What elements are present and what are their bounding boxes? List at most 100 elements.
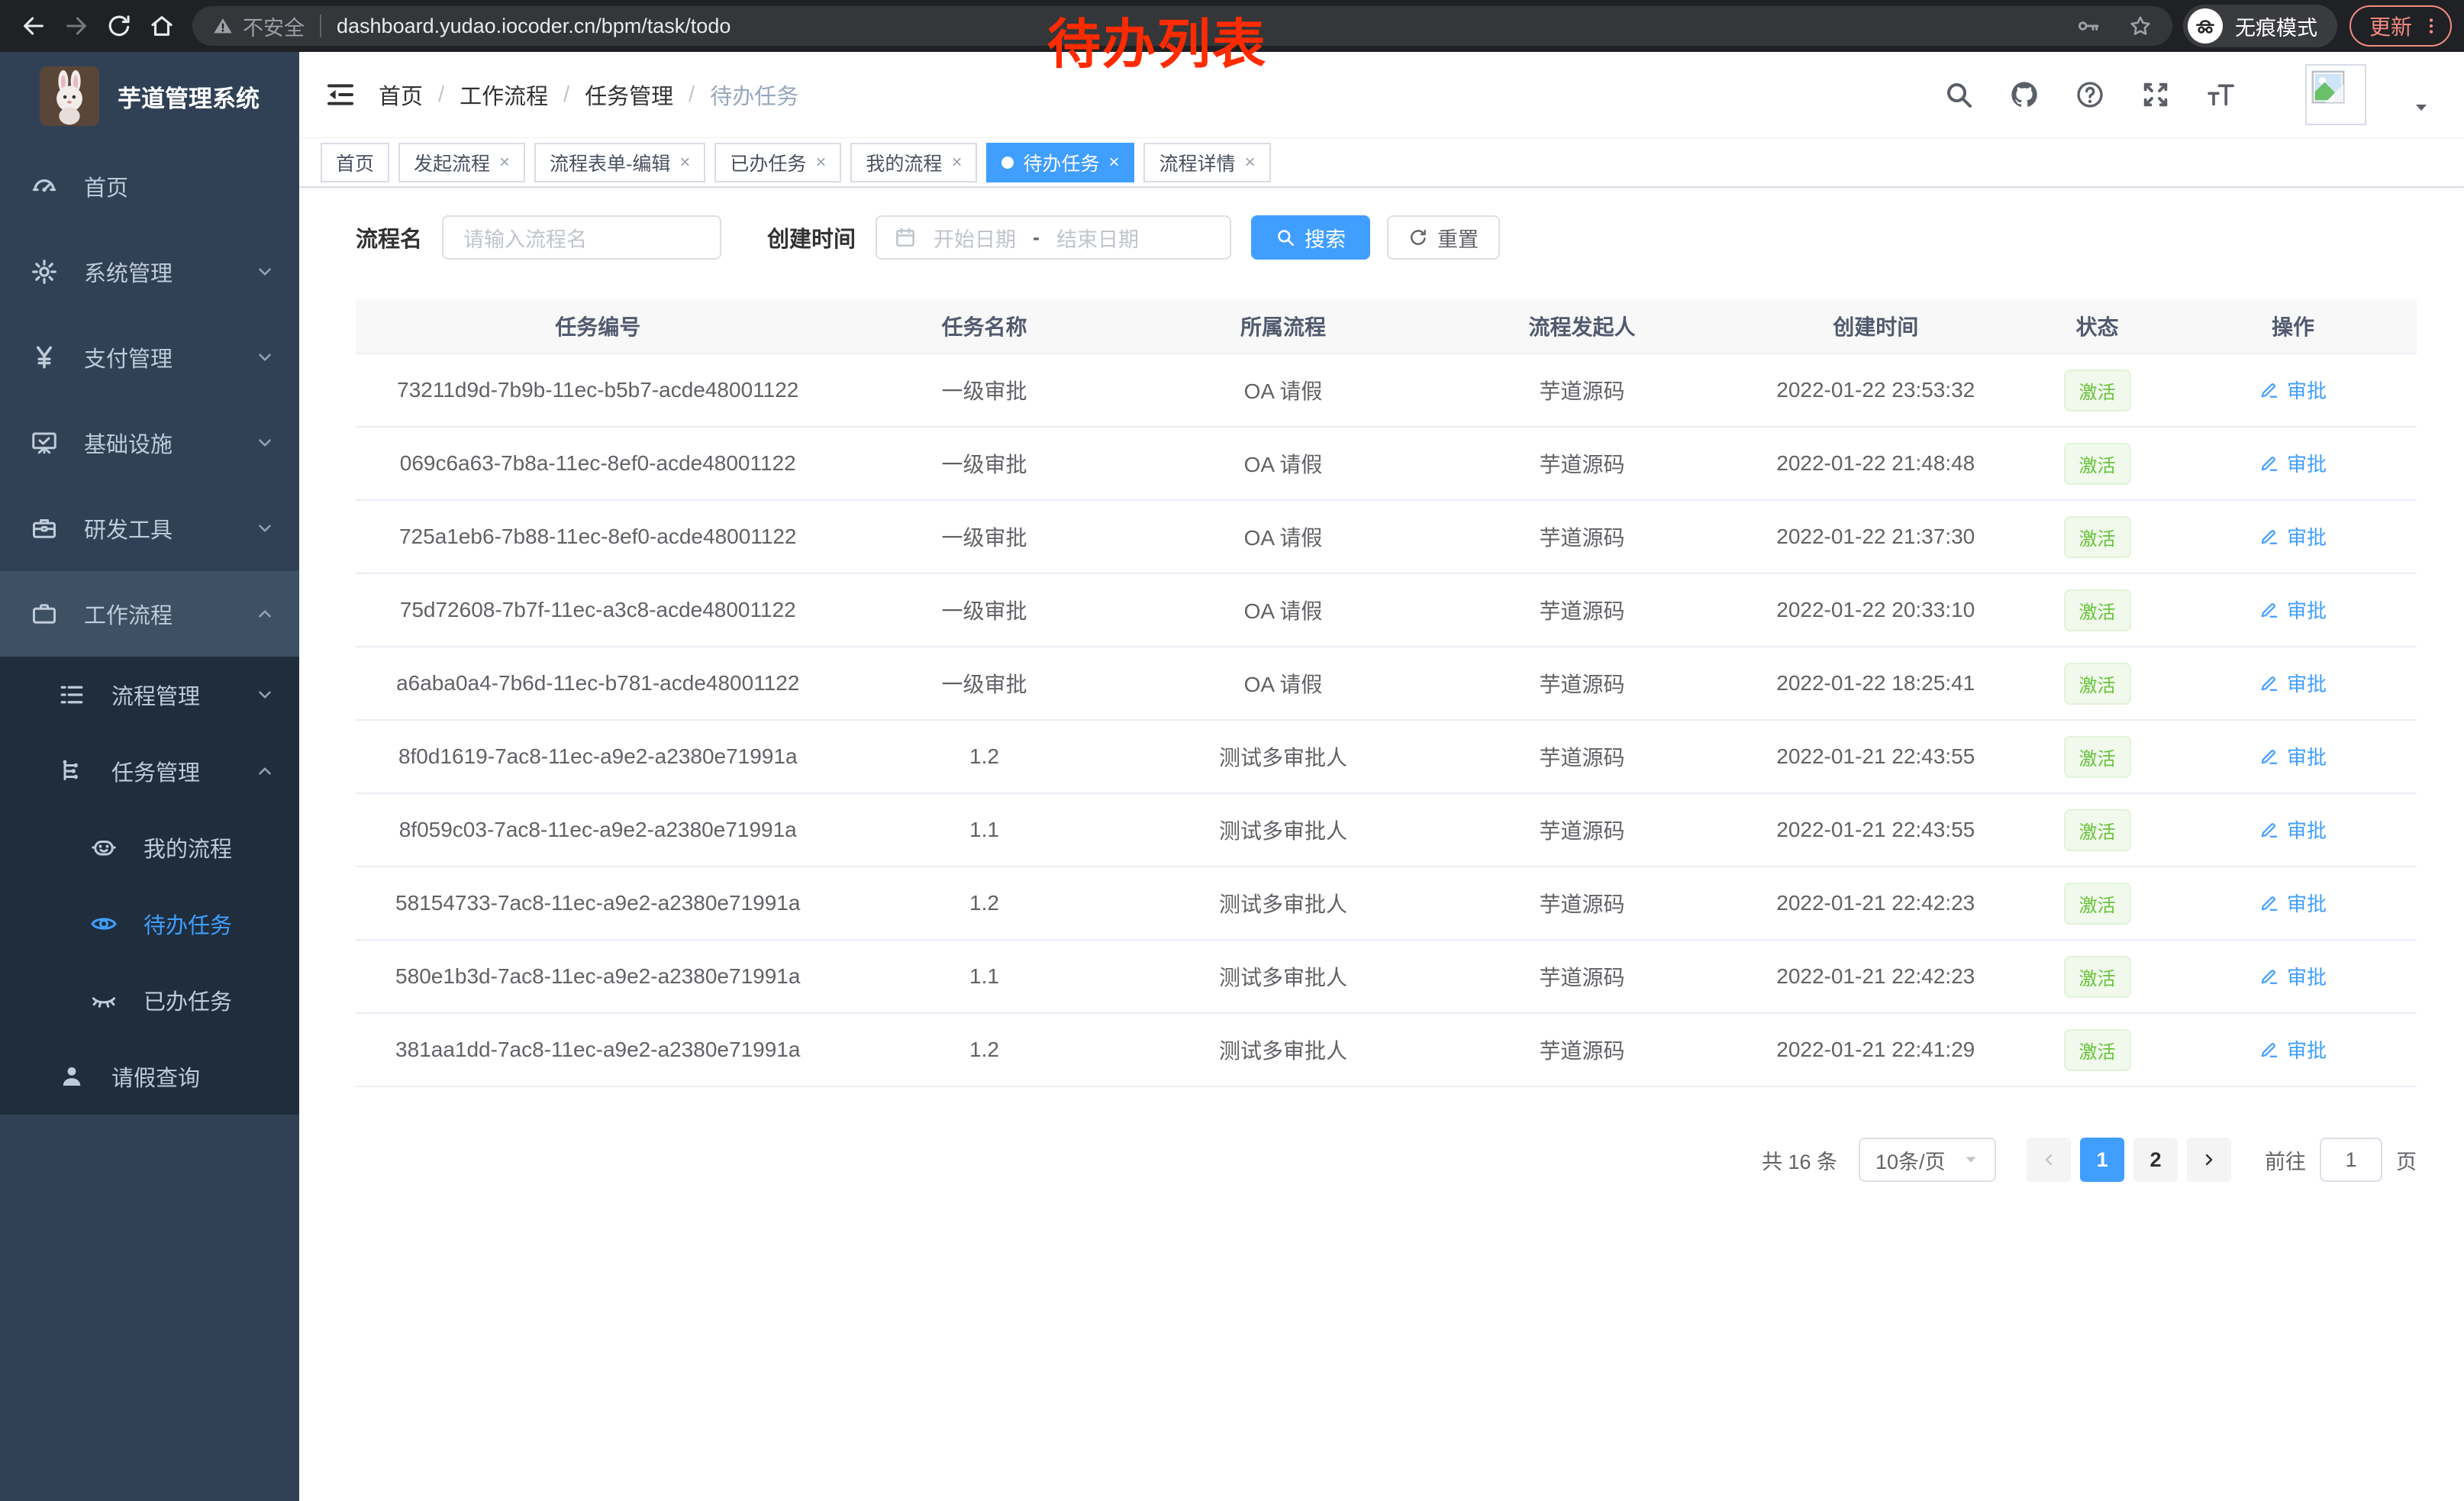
approve-button[interactable]: 审批 bbox=[2259, 376, 2327, 404]
sidebar-item-label: 研发工具 bbox=[84, 512, 173, 544]
avatar-caret-down-icon[interactable] bbox=[2412, 98, 2430, 117]
forward-icon[interactable] bbox=[55, 8, 98, 44]
rabbit-logo-image bbox=[40, 66, 99, 126]
tab-close-icon[interactable]: × bbox=[815, 152, 826, 173]
approve-button[interactable]: 审批 bbox=[2259, 1035, 2327, 1064]
approve-button[interactable]: 审批 bbox=[2259, 449, 2327, 477]
sidebar-item[interactable]: 流程管理 bbox=[0, 657, 299, 733]
bookmark-star-icon[interactable] bbox=[2128, 14, 2153, 38]
sidebar-item[interactable]: 支付管理 bbox=[0, 315, 299, 400]
approve-button[interactable]: 审批 bbox=[2259, 522, 2327, 550]
breadcrumb-item[interactable]: 工作流程 / bbox=[460, 79, 585, 111]
create-time-cell: 2022-01-22 20:33:10 bbox=[1727, 598, 2026, 622]
reset-button[interactable]: 重置 bbox=[1387, 215, 1500, 260]
url-text[interactable]: dashboard.yudao.iocoder.cn/bpm/task/todo bbox=[337, 15, 730, 38]
sidebar-fold-icon[interactable] bbox=[322, 76, 359, 113]
process-name-input[interactable]: 请输入流程名 bbox=[442, 215, 721, 260]
search-button[interactable]: 搜索 bbox=[1251, 215, 1370, 260]
create-time-cell: 2022-01-21 22:43:55 bbox=[1727, 744, 2026, 769]
tab[interactable]: 发起流程 × bbox=[398, 143, 525, 182]
end-date-placeholder: 结束日期 bbox=[1056, 223, 1139, 253]
sidebar-item[interactable]: 工作流程 bbox=[0, 571, 299, 657]
status-badge: 激活 bbox=[2064, 663, 2131, 705]
help-icon[interactable] bbox=[2075, 79, 2105, 110]
create-time-label: 创建时间 bbox=[767, 221, 856, 253]
github-icon[interactable] bbox=[2009, 79, 2040, 110]
address-bar[interactable]: 不安全 dashboard.yudao.iocoder.cn/bpm/task/… bbox=[192, 6, 2172, 46]
starter-cell: 芋道源码 bbox=[1438, 961, 1727, 992]
tab-close-icon[interactable]: × bbox=[499, 152, 510, 173]
breadcrumb-item[interactable]: 任务管理 / bbox=[585, 79, 710, 111]
status-badge: 激活 bbox=[2064, 736, 2131, 778]
home-icon[interactable] bbox=[140, 8, 183, 44]
process-cell: OA 请假 bbox=[1129, 595, 1438, 625]
page-size-select[interactable]: 10条/页 bbox=[1859, 1138, 1996, 1182]
tab-close-icon[interactable]: × bbox=[679, 152, 690, 173]
menu-dots-icon[interactable] bbox=[2421, 16, 2441, 36]
tab[interactable]: 流程详情 × bbox=[1143, 143, 1270, 182]
starter-cell: 芋道源码 bbox=[1438, 521, 1727, 552]
tab[interactable]: 我的流程 × bbox=[850, 143, 977, 182]
eye-closed-icon bbox=[90, 986, 118, 1014]
update-button[interactable]: 更新 bbox=[2350, 5, 2452, 47]
sidebar-item[interactable]: 我的流程 bbox=[0, 809, 299, 886]
password-key-icon[interactable] bbox=[2076, 14, 2101, 38]
sidebar-item[interactable]: 系统管理 bbox=[0, 229, 299, 315]
reload-icon[interactable] bbox=[98, 8, 140, 44]
table-row: 725a1eb6-7b88-11ec-8ef0-acde48001122 一级审… bbox=[356, 501, 2417, 574]
sidebar-item-label: 首页 bbox=[84, 170, 128, 202]
tab-close-icon[interactable]: × bbox=[1245, 152, 1256, 173]
tags-view-bar: 首页 × 发起流程 × 流程表单-编辑 × 已办任务 × 我的流程 bbox=[299, 137, 2464, 188]
sidebar-item[interactable]: 基础设施 bbox=[0, 400, 299, 486]
sidebar-item[interactable]: 已办任务 bbox=[0, 962, 299, 1038]
sidebar-item[interactable]: 研发工具 bbox=[0, 486, 299, 571]
toolbox-icon bbox=[31, 515, 58, 542]
task-id-cell: 069c6a63-7b8a-11ec-8ef0-acde48001122 bbox=[356, 451, 840, 476]
tab[interactable]: 待办任务 × bbox=[986, 143, 1134, 182]
process-cell: 测试多审批人 bbox=[1129, 888, 1438, 918]
font-size-icon[interactable] bbox=[2206, 79, 2237, 110]
edit-icon bbox=[2259, 893, 2279, 912]
edit-icon bbox=[2259, 966, 2279, 986]
approve-button[interactable]: 审批 bbox=[2259, 742, 2327, 770]
task-id-cell: 58154733-7ac8-11ec-a9e2-a2380e71991a bbox=[356, 891, 840, 915]
sidebar-item[interactable]: 任务管理 bbox=[0, 733, 299, 809]
page-number-button[interactable]: 1 bbox=[2080, 1138, 2124, 1182]
tab[interactable]: 流程表单-编辑 × bbox=[534, 143, 705, 182]
status-badge: 激活 bbox=[2064, 370, 2131, 412]
gear-icon bbox=[31, 258, 58, 286]
breadcrumb-item[interactable]: 首页 / bbox=[379, 79, 460, 111]
task-id-cell: 73211d9d-7b9b-11ec-b5b7-acde48001122 bbox=[356, 378, 840, 402]
prev-page-button[interactable] bbox=[2027, 1138, 2071, 1182]
avatar[interactable] bbox=[2305, 64, 2366, 125]
fullscreen-icon[interactable] bbox=[2140, 79, 2171, 110]
next-page-button[interactable] bbox=[2187, 1138, 2231, 1182]
date-range-input[interactable]: 开始日期 - 结束日期 bbox=[876, 215, 1231, 260]
table-row: a6aba0a4-7b6d-11ec-b781-acde48001122 一级审… bbox=[356, 647, 2417, 721]
edit-icon bbox=[2259, 526, 2279, 546]
app-logo[interactable]: 芋道管理系统 bbox=[0, 52, 299, 133]
page-number-button[interactable]: 2 bbox=[2133, 1138, 2178, 1182]
table-row: 75d72608-7b7f-11ec-a3c8-acde48001122 一级审… bbox=[356, 574, 2417, 647]
search-icon[interactable] bbox=[1943, 79, 1974, 110]
app-header: 首页 / 工作流程 / 任务管理 / 待办任务 / bbox=[299, 52, 2464, 137]
status-badge: 激活 bbox=[2064, 589, 2131, 631]
sidebar-item[interactable]: 待办任务 bbox=[0, 886, 299, 962]
sidebar-item[interactable]: 首页 bbox=[0, 144, 299, 229]
approve-button[interactable]: 审批 bbox=[2259, 669, 2327, 697]
back-icon[interactable] bbox=[12, 8, 55, 44]
tab-close-icon[interactable]: × bbox=[1108, 152, 1119, 173]
table-header: 任务编号任务名称所属流程流程发起人创建时间状态操作 bbox=[356, 299, 2417, 354]
approve-button[interactable]: 审批 bbox=[2259, 815, 2327, 844]
create-time-cell: 2022-01-21 22:42:23 bbox=[1727, 964, 2026, 989]
tab[interactable]: 已办任务 × bbox=[714, 143, 841, 182]
tab-close-icon[interactable]: × bbox=[951, 152, 962, 173]
approve-button[interactable]: 审批 bbox=[2259, 962, 2327, 990]
tab-label: 首页 bbox=[336, 149, 374, 176]
approve-button[interactable]: 审批 bbox=[2259, 889, 2327, 917]
goto-page-input[interactable]: 1 bbox=[2320, 1138, 2382, 1182]
sidebar-item[interactable]: 请假查询 bbox=[0, 1038, 299, 1115]
approve-button[interactable]: 审批 bbox=[2259, 596, 2327, 624]
tab[interactable]: 首页 × bbox=[321, 143, 389, 182]
breadcrumb-item[interactable]: 待办任务 / bbox=[710, 79, 798, 111]
